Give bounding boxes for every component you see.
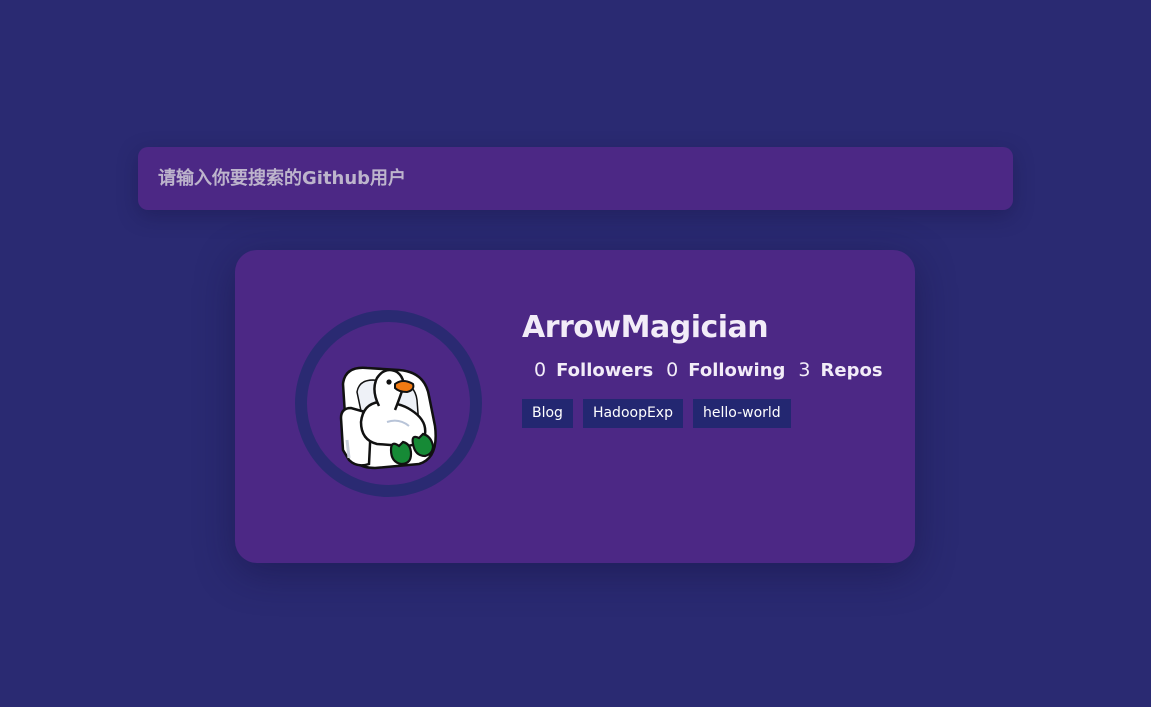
following-count: 0 (666, 359, 679, 381)
followers-count: 0 (534, 359, 547, 381)
user-profile-card: ArrowMagician 0 Followers 0 Following 3 … (235, 250, 915, 563)
repo-link-hadoopexp[interactable]: HadoopExp (582, 399, 683, 428)
avatar[interactable] (295, 310, 482, 497)
following-label: Following (688, 360, 786, 381)
repo-link-hello-world[interactable]: hello-world (692, 399, 791, 428)
repos-count: 3 (798, 359, 811, 381)
username: ArrowMagician (522, 310, 769, 345)
search-input[interactable] (138, 147, 1013, 210)
repo-link-blog[interactable]: Blog (522, 399, 573, 428)
goose-in-armchair-avatar-icon (339, 366, 437, 470)
followers-label: Followers (556, 360, 654, 381)
repos-label: Repos (820, 360, 883, 381)
profile-stats: 0 Followers 0 Following 3 Repos (522, 359, 902, 381)
repo-list: Blog HadoopExp hello-world (522, 399, 902, 428)
profile-info: ArrowMagician 0 Followers 0 Following 3 … (522, 308, 902, 428)
